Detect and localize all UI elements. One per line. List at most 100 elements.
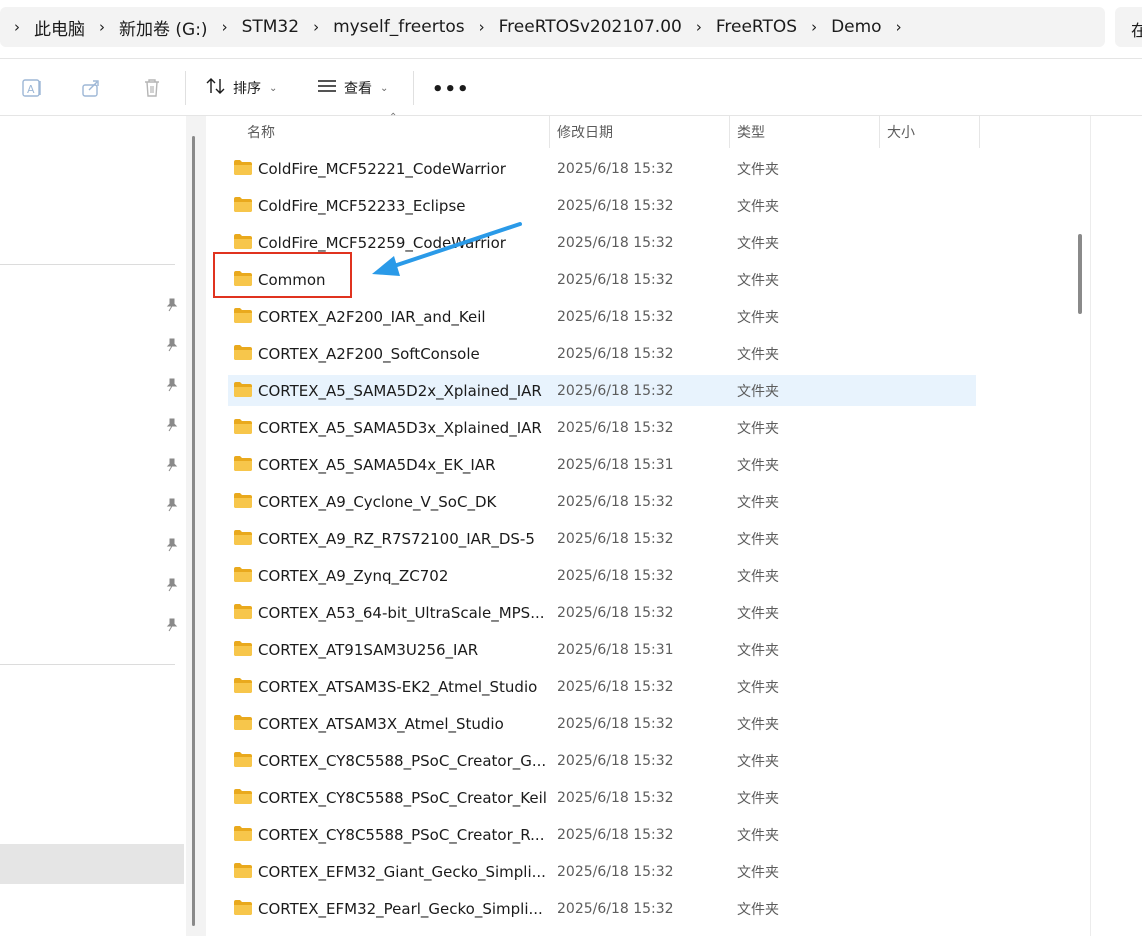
folder-icon [234,678,252,693]
breadcrumb-item-freertosv[interactable]: FreeRTOSv202107.00 [499,7,682,47]
delete-icon[interactable] [141,77,163,99]
file-row[interactable]: ColdFire_MCF52221_CodeWarrior 2025/6/18 1… [228,153,976,184]
column-divider[interactable] [549,116,550,148]
search-box[interactable]: 在 [1115,7,1142,47]
file-row[interactable]: CORTEX_CY8C5588_PSoC_Creator_R... 2025/6/… [228,819,976,850]
column-header-size[interactable]: 大小 [887,116,915,148]
chevron-right-icon[interactable]: › [299,18,333,36]
breadcrumb[interactable]: › 此电脑 › 新加卷 (G:) › STM32 › myself_freert… [0,7,1105,47]
file-date: 2025/6/18 15:32 [557,308,674,325]
file-name: CORTEX_ATSAM3X_Atmel_Studio [258,714,504,733]
file-row[interactable]: CORTEX_A9_Cyclone_V_SoC_DK 2025/6/18 15:3… [228,486,976,517]
chevron-right-icon[interactable]: › [208,18,242,36]
chevron-right-icon[interactable]: › [882,18,916,36]
file-date: 2025/6/18 15:32 [557,789,674,806]
column-header-date[interactable]: 修改日期 [557,116,613,148]
pin-icon[interactable] [165,617,179,632]
file-row[interactable]: CORTEX_A5_SAMA5D2x_Xplained_IAR 2025/6/18… [228,375,976,406]
more-options-button[interactable]: ••• [432,79,470,100]
pin-icon[interactable] [165,537,179,552]
share-icon[interactable] [80,77,102,99]
address-bar-region: › 此电脑 › 新加卷 (G:) › STM32 › myself_freert… [0,0,1142,58]
list-scrollbar-thumb[interactable] [1078,234,1082,314]
chevron-right-icon[interactable]: › [682,18,716,36]
file-name: CORTEX_A5_SAMA5D3x_Xplained_IAR [258,418,542,437]
column-divider[interactable] [729,116,730,148]
file-type: 文件夹 [737,531,779,548]
file-row[interactable]: CORTEX_A5_SAMA5D4x_EK_IAR 2025/6/18 15:31… [228,449,976,480]
nav-scrollbar[interactable] [192,136,195,926]
file-type: 文件夹 [737,383,779,400]
folder-icon [234,160,252,175]
breadcrumb-item-drive[interactable]: 新加卷 (G:) [119,7,208,47]
file-type: 文件夹 [737,494,779,511]
column-header-type[interactable]: 类型 [737,116,765,148]
file-type: 文件夹 [737,901,779,918]
navigation-pane [0,116,185,936]
file-date: 2025/6/18 15:31 [557,456,674,473]
chevron-right-icon[interactable]: › [465,18,499,36]
pin-icon[interactable] [165,457,179,472]
file-row[interactable]: CORTEX_ATSAM3S-EK2_Atmel_Studio 2025/6/18… [228,671,976,702]
file-row[interactable]: CORTEX_EFM32_Giant_Gecko_Simpli... 2025/6… [228,856,976,887]
file-row[interactable]: CORTEX_EFM32_Pearl_Gecko_Simpli... 2025/6… [228,893,976,924]
chevron-right-icon[interactable]: › [85,18,119,36]
breadcrumb-item-myself-freertos[interactable]: myself_freertos [333,7,465,47]
folder-icon [234,641,252,656]
folder-icon [234,382,252,397]
breadcrumb-item-this-pc[interactable]: 此电脑 [34,7,85,47]
column-header-name[interactable]: 名称 [247,116,275,148]
breadcrumb-item-demo[interactable]: Demo [831,7,882,47]
breadcrumb-item-stm32[interactable]: STM32 [242,7,299,47]
file-row[interactable]: CORTEX_A2F200_IAR_and_Keil 2025/6/18 15:3… [228,301,976,332]
pin-icon[interactable] [165,377,179,392]
file-row[interactable]: CORTEX_A2F200_SoftConsole 2025/6/18 15:32… [228,338,976,369]
pin-icon[interactable] [165,577,179,592]
file-name: ColdFire_MCF52233_Eclipse [258,196,466,215]
pane-splitter[interactable] [186,116,206,936]
sort-button[interactable]: 排序 ⌄ [205,73,277,103]
column-divider[interactable] [979,116,980,148]
folder-icon [234,567,252,582]
folder-icon [234,604,252,619]
file-row[interactable]: CORTEX_A9_Zynq_ZC702 2025/6/18 15:32 文件夹 [228,560,976,591]
file-row[interactable]: ColdFire_MCF52233_Eclipse 2025/6/18 15:32… [228,190,976,221]
file-name: CORTEX_A5_SAMA5D2x_Xplained_IAR [258,381,542,400]
column-divider[interactable] [879,116,880,148]
rename-icon[interactable]: A [21,77,43,99]
pin-icon[interactable] [165,297,179,312]
file-row[interactable]: CORTEX_A5_SAMA5D3x_Xplained_IAR 2025/6/18… [228,412,976,443]
file-date: 2025/6/18 15:32 [557,345,674,362]
file-row[interactable]: CORTEX_A9_RZ_R7S72100_IAR_DS-5 2025/6/18 … [228,523,976,554]
folder-icon [234,493,252,508]
pin-icon[interactable] [165,337,179,352]
file-type: 文件夹 [737,679,779,696]
file-type: 文件夹 [737,346,779,363]
toolbar-divider [413,71,414,105]
folder-icon [234,234,252,249]
chevron-right-icon[interactable]: › [0,18,34,36]
nav-item-selected[interactable] [0,844,184,884]
folder-icon [234,900,252,915]
pin-icon[interactable] [165,497,179,512]
view-button[interactable]: 查看 ⌄ [316,73,388,103]
pin-icon[interactable] [165,417,179,432]
sort-icon [205,76,227,100]
file-row[interactable]: CORTEX_ATSAM3X_Atmel_Studio 2025/6/18 15:… [228,708,976,739]
file-row[interactable]: CORTEX_CY8C5588_PSoC_Creator_G... 2025/6/… [228,745,976,776]
file-type: 文件夹 [737,790,779,807]
file-row[interactable]: CORTEX_AT91SAM3U256_IAR 2025/6/18 15:31 文件… [228,634,976,665]
nav-divider [0,264,175,265]
sort-label: 排序 [233,81,261,97]
file-date: 2025/6/18 15:32 [557,752,674,769]
breadcrumb-item-freertos[interactable]: FreeRTOS [716,7,797,47]
toolbar-divider [185,71,186,105]
file-date: 2025/6/18 15:31 [557,641,674,658]
chevron-right-icon[interactable]: › [797,18,831,36]
file-row[interactable]: CORTEX_CY8C5588_PSoC_Creator_Keil 2025/6/… [228,782,976,813]
view-list-icon [316,76,338,100]
folder-icon [234,456,252,471]
file-row[interactable]: CORTEX_A53_64-bit_UltraScale_MPS... 2025/… [228,597,976,628]
folder-icon [234,419,252,434]
file-name: CORTEX_AT91SAM3U256_IAR [258,640,479,659]
